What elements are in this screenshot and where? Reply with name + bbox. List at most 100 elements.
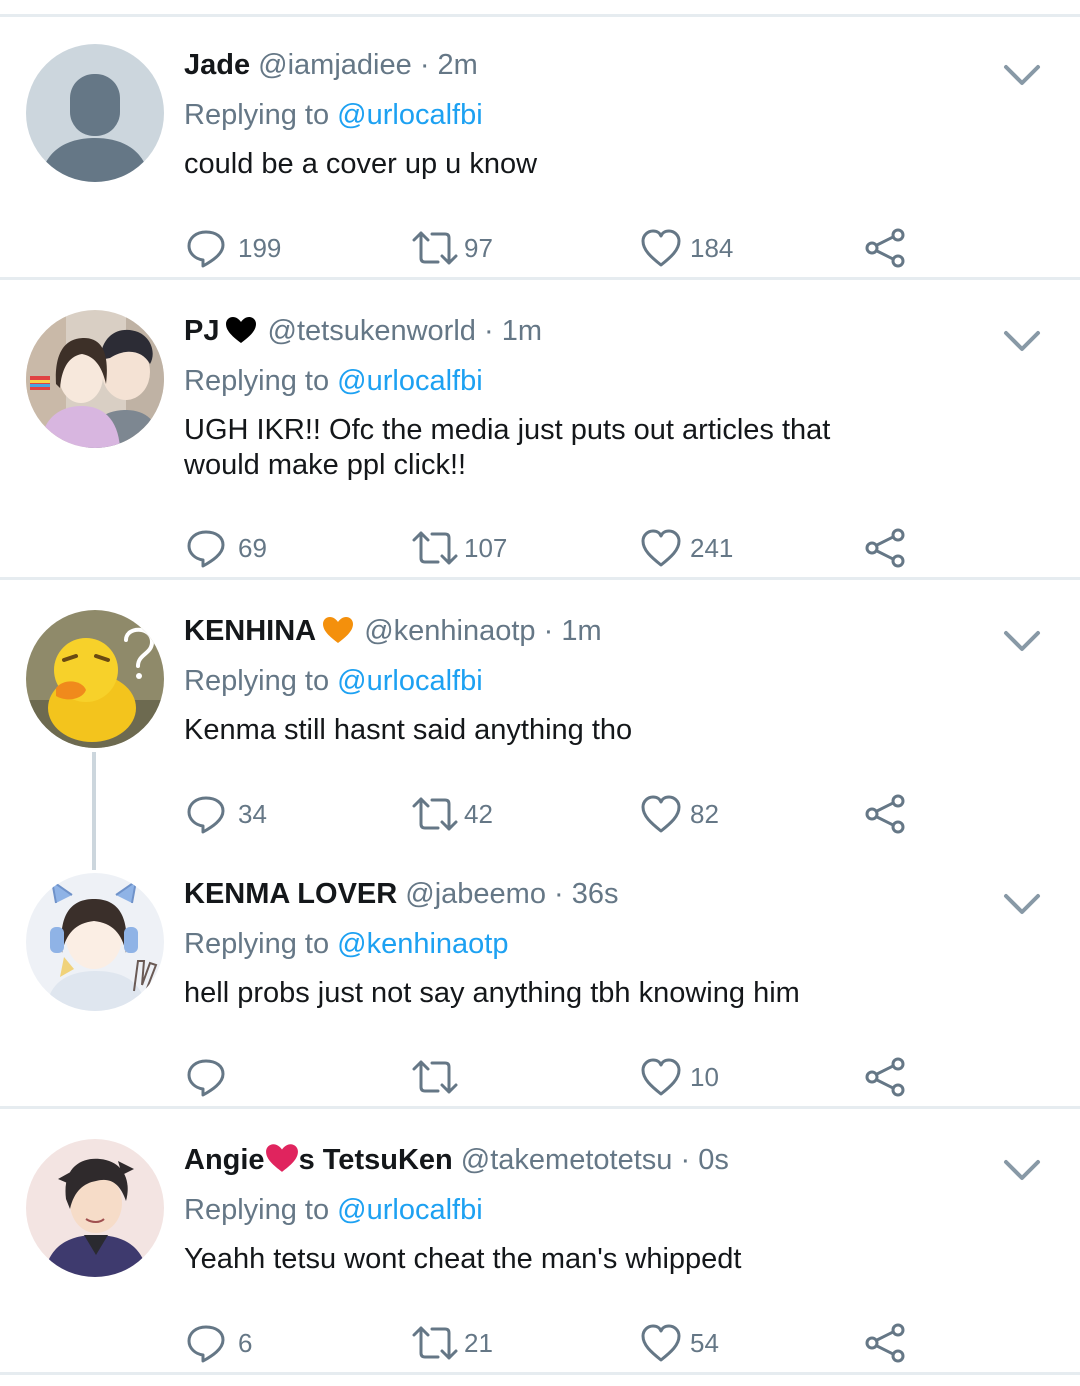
display-name[interactable]: Jade — [184, 49, 250, 81]
replying-to: Replying to @kenhinaotp — [184, 926, 509, 962]
replying-to: Replying to @urlocalfbi — [184, 1192, 483, 1228]
tweet-actions: 69 107 241 — [184, 526, 924, 570]
user-handle[interactable]: @iamjadiee — [258, 49, 412, 81]
display-name[interactable]: KENMA LOVER — [184, 878, 397, 910]
avatar[interactable] — [26, 310, 164, 448]
replying-to: Replying to @urlocalfbi — [184, 663, 483, 699]
chevron-down-icon[interactable] — [1002, 1157, 1042, 1183]
reply-button[interactable] — [186, 1055, 238, 1099]
like-button[interactable]: 82 — [640, 792, 719, 836]
like-button[interactable]: 10 — [640, 1055, 719, 1099]
tweet-header: KENHINA @kenhinaotp · 1m — [184, 613, 602, 649]
heart-outline-icon — [641, 229, 681, 267]
user-handle[interactable]: @tetsukenworld — [268, 315, 476, 347]
display-name[interactable]: Angie — [184, 1144, 265, 1176]
reply-button[interactable]: 34 — [186, 792, 267, 836]
tweet-text: hell probs just not say anything tbh kno… — [184, 977, 800, 1009]
reply-count: 34 — [238, 798, 267, 829]
reply-button[interactable]: 199 — [186, 226, 281, 270]
reply-count: 69 — [238, 532, 267, 563]
timestamp[interactable]: 36s — [572, 878, 619, 910]
black-heart-emoji-icon — [226, 317, 257, 343]
share-button[interactable] — [864, 526, 906, 570]
display-name[interactable]: PJ — [184, 315, 219, 347]
retweet-icon — [412, 1060, 458, 1094]
retweet-icon — [412, 531, 458, 565]
mention-link[interactable]: @urlocalfbi — [337, 99, 483, 131]
heart-outline-icon — [641, 529, 681, 567]
avatar[interactable] — [26, 873, 164, 1011]
mention-link[interactable]: @urlocalfbi — [337, 665, 483, 697]
heart-outline-icon — [641, 1058, 681, 1096]
tweet-actions: 199 97 184 — [184, 226, 924, 270]
user-handle[interactable]: @kenhinaotp — [364, 615, 535, 647]
share-button[interactable] — [864, 792, 906, 836]
reply-button[interactable]: 69 — [186, 526, 267, 570]
retweet-count: 42 — [464, 798, 493, 829]
retweet-count: 107 — [464, 532, 508, 563]
like-count: 184 — [690, 232, 734, 263]
tweet-actions: 34 42 82 — [184, 792, 924, 836]
replying-to-label: Replying to — [184, 665, 330, 697]
mention-link[interactable]: @kenhinaotp — [337, 928, 508, 960]
display-name[interactable]: KENHINA — [184, 615, 316, 647]
avatar[interactable] — [26, 1139, 164, 1277]
share-button[interactable] — [864, 226, 906, 270]
share-icon — [865, 794, 905, 834]
reply-icon — [187, 230, 225, 268]
avatar[interactable] — [26, 610, 164, 748]
chevron-down-icon[interactable] — [1002, 62, 1042, 88]
retweet-button[interactable] — [410, 1055, 464, 1099]
tweet-actions: 10 — [184, 1055, 924, 1099]
timestamp[interactable]: 1m — [561, 615, 601, 647]
retweet-button[interactable]: 97 — [410, 226, 493, 270]
avatar[interactable] — [26, 44, 164, 182]
tweet-text: could be a cover up u know — [184, 148, 538, 180]
chevron-down-icon[interactable] — [1002, 628, 1042, 654]
timestamp[interactable]: 2m — [438, 49, 478, 81]
timestamp[interactable]: 1m — [502, 315, 542, 347]
tweet-text: UGH IKR!! Ofc the media just puts out ar… — [184, 414, 831, 481]
tweet-divider — [0, 577, 1080, 580]
reply-icon — [187, 530, 225, 568]
retweet-count: 21 — [464, 1327, 493, 1358]
bottom-divider — [0, 1372, 1080, 1375]
replying-to-label: Replying to — [184, 99, 330, 131]
retweet-button[interactable]: 21 — [410, 1321, 493, 1365]
tweet-text: Kenma still hasnt said anything tho — [184, 714, 633, 746]
retweet-button[interactable]: 107 — [410, 526, 507, 570]
like-count: 241 — [690, 532, 734, 563]
retweet-button[interactable]: 42 — [410, 792, 493, 836]
tweet-header: PJ @tetsukenworld · 1m — [184, 313, 542, 349]
like-button[interactable]: 54 — [640, 1321, 719, 1365]
tweet-text: Yeahh tetsu wont cheat the man's whipped… — [184, 1243, 742, 1275]
share-button[interactable] — [864, 1321, 906, 1365]
reply-button[interactable]: 6 — [186, 1321, 252, 1365]
share-button[interactable] — [864, 1055, 906, 1099]
separator-dot: · — [419, 49, 430, 81]
tweet-header: KENMA LOVER @jabeemo · 36s — [184, 876, 619, 912]
like-button[interactable]: 184 — [640, 226, 733, 270]
mention-link[interactable]: @urlocalfbi — [337, 365, 483, 397]
replying-to: Replying to @urlocalfbi — [184, 363, 483, 399]
retweet-icon — [412, 1326, 458, 1360]
timestamp[interactable]: 0s — [698, 1144, 729, 1176]
heart-outline-icon — [641, 1324, 681, 1362]
chevron-down-icon[interactable] — [1002, 891, 1042, 917]
mention-link[interactable]: @urlocalfbi — [337, 1194, 483, 1226]
chevron-down-icon[interactable] — [1002, 328, 1042, 354]
reply-count: 199 — [238, 232, 282, 263]
tweet-header: Jade @iamjadiee · 2m — [184, 47, 478, 83]
user-handle[interactable]: @jabeemo — [405, 878, 546, 910]
heart-outline-icon — [641, 795, 681, 833]
user-handle[interactable]: @takemetotetsu — [461, 1144, 673, 1176]
retweet-icon — [412, 797, 458, 831]
separator-dot: · — [680, 1144, 691, 1176]
top-divider — [0, 14, 1080, 17]
like-button[interactable]: 241 — [640, 526, 733, 570]
like-count: 82 — [690, 798, 719, 829]
orange-heart-emoji-icon — [323, 617, 354, 643]
tweet-actions: 6 21 54 — [184, 1321, 924, 1365]
tweet-header: Angie s TetsuKen @takemetotetsu · 0s — [184, 1142, 729, 1178]
display-name-suffix[interactable]: s TetsuKen — [299, 1144, 453, 1176]
